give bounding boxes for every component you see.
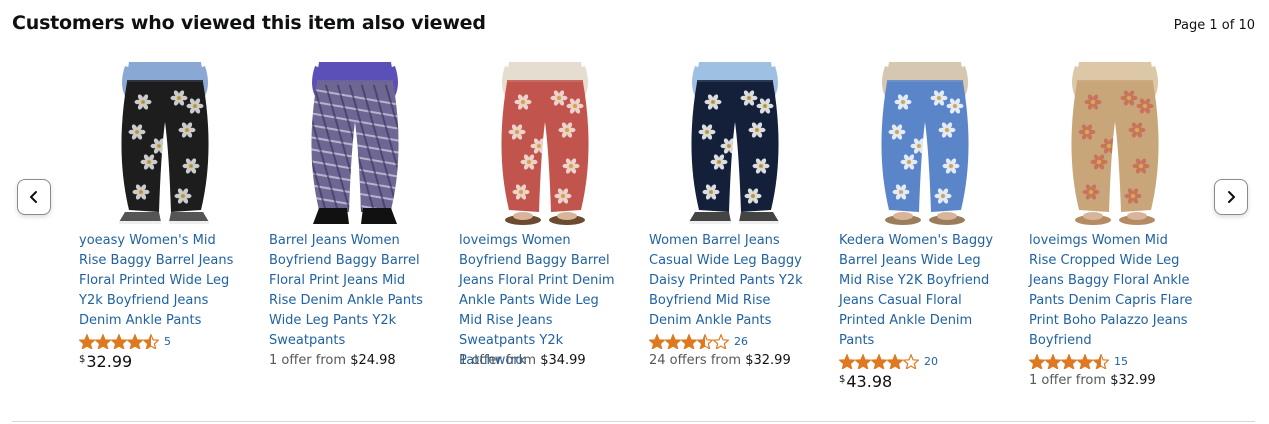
price-currency-symbol: $ [839,374,846,385]
offers-link[interactable]: 24 offers from $32.99 [649,353,791,368]
star-full-icon [111,333,127,349]
product-rating[interactable]: 15 [1029,353,1128,369]
star-full-icon [839,353,855,369]
blue-floral-barrel-jeans-image[interactable] [839,62,1011,227]
product-price: $43.98 [839,372,892,391]
product-title-link[interactable]: Kedera Women's Baggy Barrel Jeans Wide L… [839,231,1005,351]
chevron-left-icon [30,191,37,203]
product-price: $32.99 [79,352,132,371]
price-amount: 32.99 [86,352,133,371]
navy-daisy-barrel-jeans-image[interactable] [649,62,821,227]
offers-label: 1 offer from [1029,373,1107,388]
star-full-icon [1029,353,1045,369]
beige-floral-wide-leg-jeans-image[interactable] [1029,62,1201,227]
section-divider [12,421,1255,422]
rating-count-link[interactable]: 5 [164,335,171,348]
star-full-icon [1045,353,1061,369]
product-image-container[interactable] [1029,62,1201,227]
star-full-icon [1061,353,1077,369]
carousel-header: Customers who viewed this item also view… [12,12,1255,40]
rating-count-link[interactable]: 15 [1114,355,1128,368]
product-rating[interactable]: 20 [839,353,938,369]
product-card[interactable]: Kedera Women's Baggy Barrel Jeans Wide L… [839,62,1011,391]
product-card[interactable]: loveimgs Women Boyfriend Baggy Barrel Je… [459,62,631,368]
offers-label: 1 offer from [269,353,347,368]
product-carousel: yoeasy Women's Mid Rise Baggy Barrel Jea… [79,62,1209,402]
product-title-link[interactable]: loveimgs Women Boyfriend Baggy Barrel Je… [459,231,625,371]
offers-price: $24.98 [350,353,396,368]
offers-price: $34.99 [540,353,586,368]
rating-count-link[interactable]: 20 [924,355,938,368]
star-full-icon [855,353,871,369]
chevron-right-icon [1228,191,1235,203]
product-image-container[interactable] [459,62,631,227]
product-title-link[interactable]: Women Barrel Jeans Casual Wide Leg Baggy… [649,231,815,331]
star-empty-icon [713,333,729,349]
product-image-container[interactable] [649,62,821,227]
carousel-title: Customers who viewed this item also view… [12,12,486,34]
product-card[interactable]: loveimgs Women Mid Rise Cropped Wide Leg… [1029,62,1201,388]
star-full-icon [649,333,665,349]
product-title-link[interactable]: loveimgs Women Mid Rise Cropped Wide Leg… [1029,231,1195,351]
product-card[interactable]: Women Barrel Jeans Casual Wide Leg Baggy… [649,62,821,368]
star-full-icon [871,353,887,369]
star-empty-icon [903,353,919,369]
product-image-container[interactable] [839,62,1011,227]
star-half-icon [143,333,159,349]
star-full-icon [665,333,681,349]
rating-count-link[interactable]: 26 [734,335,748,348]
star-half-icon [697,333,713,349]
star-full-icon [79,333,95,349]
product-image-container[interactable] [269,62,441,227]
offers-link[interactable]: 1 offer from $34.99 [459,353,586,368]
black-floral-barrel-jeans-image[interactable] [79,62,251,227]
product-card[interactable]: yoeasy Women's Mid Rise Baggy Barrel Jea… [79,62,251,371]
offers-label: 24 offers from [649,353,742,368]
star-rating [649,333,729,349]
star-full-icon [887,353,903,369]
product-rating[interactable]: 26 [649,333,748,349]
previous-page-button[interactable] [17,179,51,215]
red-bandana-print-jeans-image[interactable] [459,62,631,227]
product-image-container[interactable] [79,62,251,227]
offers-price: $32.99 [745,353,791,368]
product-title-link[interactable]: yoeasy Women's Mid Rise Baggy Barrel Jea… [79,231,245,331]
star-rating [79,333,159,349]
product-title-link[interactable]: Barrel Jeans Women Boyfriend Baggy Barre… [269,231,435,351]
offers-price: $32.99 [1110,373,1156,388]
offers-label: 1 offer from [459,353,537,368]
star-full-icon [127,333,143,349]
price-currency-symbol: $ [79,354,86,365]
page-indicator: Page 1 of 10 [1173,18,1255,33]
next-page-button[interactable] [1214,179,1248,215]
star-rating [1029,353,1109,369]
price-amount: 43.98 [846,372,893,391]
star-rating [839,353,919,369]
product-card[interactable]: Barrel Jeans Women Boyfriend Baggy Barre… [269,62,441,368]
offers-link[interactable]: 1 offer from $32.99 [1029,373,1156,388]
star-full-icon [1077,353,1093,369]
star-full-icon [95,333,111,349]
star-half-icon [1093,353,1109,369]
product-rating[interactable]: 5 [79,333,171,349]
plaid-barrel-pants-image[interactable] [269,62,441,227]
offers-link[interactable]: 1 offer from $24.98 [269,353,396,368]
star-full-icon [681,333,697,349]
